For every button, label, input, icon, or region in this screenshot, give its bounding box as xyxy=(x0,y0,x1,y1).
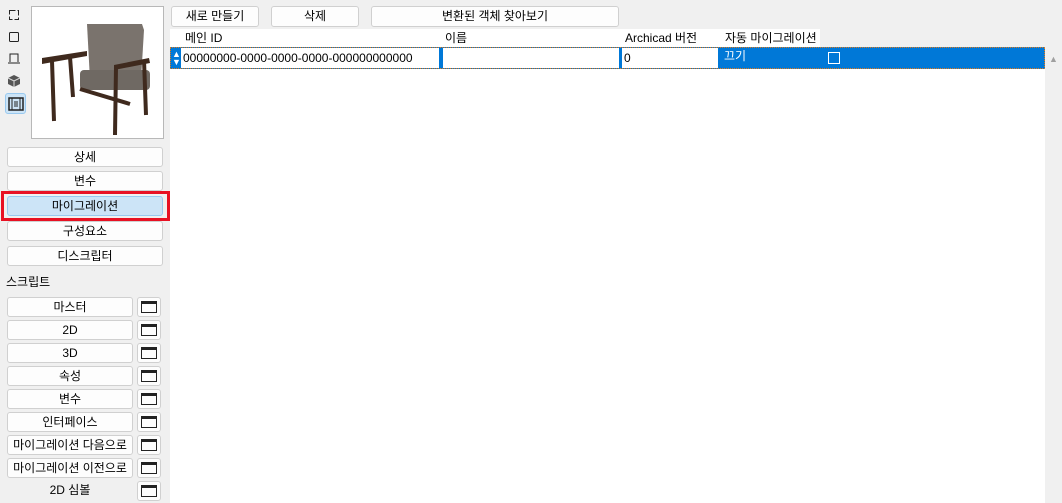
script-button: 2D 심볼 xyxy=(49,483,91,497)
vertical-scrollbar[interactable]: ▲ xyxy=(1045,29,1062,503)
window-icon xyxy=(141,439,157,451)
name-cell[interactable] xyxy=(443,48,619,68)
script-button[interactable]: 마스터 xyxy=(7,297,133,317)
open-script-window-button[interactable] xyxy=(137,412,161,432)
script-button[interactable]: 변수 xyxy=(7,389,133,409)
nav-migration-button[interactable]: 마이그레이션 xyxy=(7,196,163,216)
window-icon xyxy=(141,347,157,359)
column-header-name[interactable]: 이름 xyxy=(441,29,620,47)
script-button[interactable]: 마이그레이션 이전으로 xyxy=(7,458,133,478)
window-icon xyxy=(141,301,157,313)
window-icon xyxy=(141,462,157,474)
drag-handle-icon[interactable]: ▲ ▼ xyxy=(172,50,181,67)
auto-migration-checkbox[interactable] xyxy=(828,52,840,64)
window-icon xyxy=(141,324,157,336)
nav-components-button[interactable]: 구성요소 xyxy=(7,221,163,241)
script-button[interactable]: 인터페이스 xyxy=(7,412,133,432)
nav-descriptors-button[interactable]: 디스크립터 xyxy=(7,246,163,266)
new-button[interactable]: 새로 만들기 xyxy=(171,6,259,27)
floor-plan-icon[interactable] xyxy=(6,7,22,23)
column-header-main-id[interactable]: 메인 ID xyxy=(181,29,440,47)
migration-icon[interactable] xyxy=(5,93,26,114)
open-script-window-button[interactable] xyxy=(137,320,161,340)
version-cell[interactable]: 0 xyxy=(622,48,718,68)
auto-migration-value: 끄기 xyxy=(724,49,747,63)
open-script-window-button[interactable] xyxy=(137,458,161,478)
delete-button[interactable]: 삭제 xyxy=(271,6,359,27)
object-preview-image xyxy=(31,6,164,139)
window-icon xyxy=(141,416,157,428)
open-script-window-button[interactable] xyxy=(137,435,161,455)
column-header-auto-migration[interactable]: 자동 마이그레이션 xyxy=(721,29,820,47)
nav-details-button[interactable]: 상세 xyxy=(7,147,163,167)
open-script-window-button[interactable] xyxy=(137,481,161,501)
nav-parameters-button[interactable]: 변수 xyxy=(7,171,163,191)
column-header-version[interactable]: Archicad 버전 xyxy=(621,29,720,47)
script-button[interactable]: 속성 xyxy=(7,366,133,386)
migration-table xyxy=(170,29,1045,503)
window-icon xyxy=(141,393,157,405)
open-script-window-button[interactable] xyxy=(137,389,161,409)
browse-converted-objects-button[interactable]: 변환된 객체 찾아보기 xyxy=(371,6,619,27)
main-id-cell[interactable]: 00000000-0000-0000-0000-000000000000 xyxy=(181,48,439,68)
scroll-up-icon[interactable]: ▲ xyxy=(1049,54,1058,64)
elevation-icon[interactable] xyxy=(6,51,22,67)
open-script-window-button[interactable] xyxy=(137,366,161,386)
open-script-window-button[interactable] xyxy=(137,297,161,317)
scripts-label: 스크립트 xyxy=(6,275,51,289)
3d-icon[interactable] xyxy=(6,73,22,89)
script-button[interactable]: 2D xyxy=(7,320,133,340)
open-script-window-button[interactable] xyxy=(137,343,161,363)
section-icon[interactable] xyxy=(6,29,22,45)
script-button[interactable]: 3D xyxy=(7,343,133,363)
script-button[interactable]: 마이그레이션 다음으로 xyxy=(7,435,133,455)
window-icon xyxy=(141,485,157,497)
window-icon xyxy=(141,370,157,382)
